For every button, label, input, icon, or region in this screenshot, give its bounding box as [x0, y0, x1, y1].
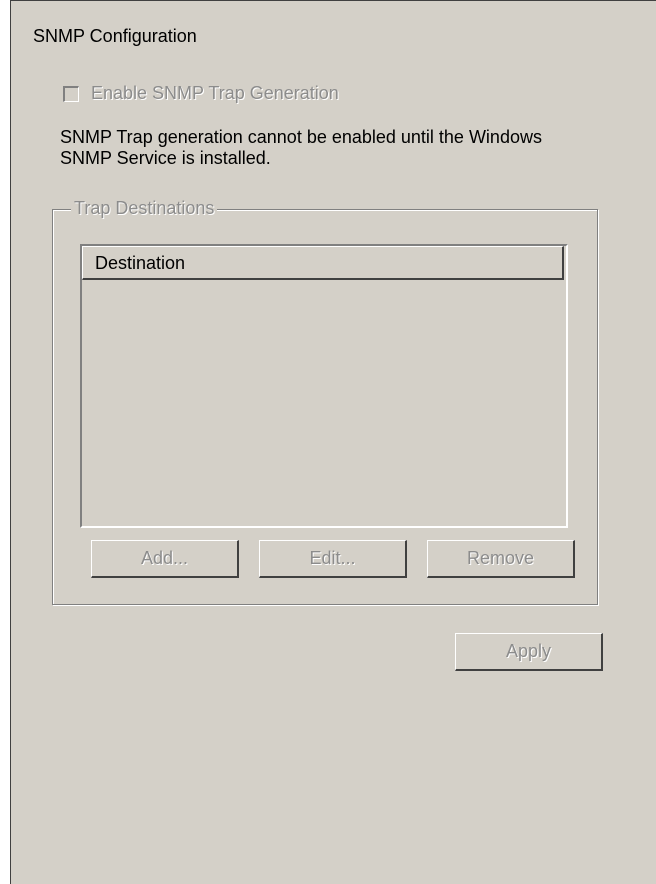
column-header-destination[interactable]: Destination: [82, 246, 564, 280]
apply-button[interactable]: Apply: [455, 633, 603, 671]
section-title: SNMP Configuration: [33, 26, 197, 46]
enable-trap-checkbox-row[interactable]: Enable SNMP Trap Generation: [63, 83, 339, 104]
trap-destinations-list[interactable]: Destination: [80, 244, 568, 528]
enable-trap-checkbox-label: Enable SNMP Trap Generation: [91, 83, 339, 103]
add-button[interactable]: Add...: [91, 540, 239, 578]
enable-trap-checkbox[interactable]: [63, 85, 79, 102]
snmp-service-message: SNMP Trap generation cannot be enabled u…: [60, 127, 542, 168]
trap-destinations-legend: Trap Destinations: [71, 198, 218, 219]
remove-button[interactable]: Remove: [427, 540, 575, 578]
trap-destinations-group: Trap Destinations Destination Add... Edi…: [52, 198, 598, 605]
edit-button[interactable]: Edit...: [259, 540, 407, 578]
snmp-config-panel: SNMP Configuration Enable SNMP Trap Gene…: [10, 0, 656, 884]
